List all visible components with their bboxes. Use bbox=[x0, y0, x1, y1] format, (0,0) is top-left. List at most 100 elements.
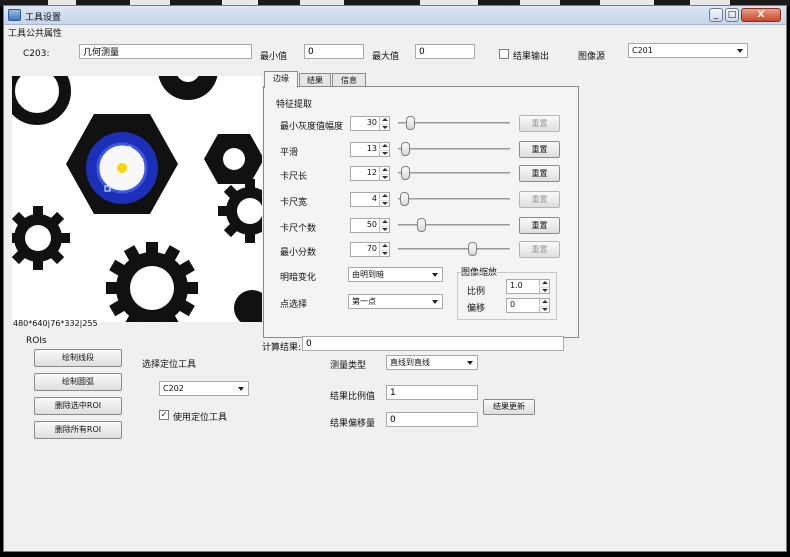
result-offset-input[interactable] bbox=[386, 412, 478, 427]
param-slider-track[interactable] bbox=[398, 248, 510, 250]
use-locator-checkbox[interactable]: ✓ bbox=[159, 410, 169, 420]
gear-left bbox=[12, 206, 70, 270]
param-value: 50 bbox=[366, 220, 377, 229]
param-spinner[interactable]: 12 bbox=[350, 166, 390, 181]
param-label: 卡尺宽 bbox=[280, 198, 308, 208]
minimize-button[interactable]: _ bbox=[709, 8, 723, 22]
spin-down-icon[interactable] bbox=[539, 287, 549, 293]
param-value: 12 bbox=[366, 168, 377, 177]
param-spinner[interactable]: 30 bbox=[350, 116, 390, 131]
image-source-select[interactable]: C201 bbox=[628, 43, 748, 58]
param-slider-thumb[interactable] bbox=[406, 116, 415, 130]
param-reset-button[interactable]: 重置 bbox=[519, 217, 560, 234]
param-spinner[interactable]: 4 bbox=[350, 192, 390, 207]
param-slider-thumb[interactable] bbox=[401, 142, 410, 156]
param-slider-track[interactable] bbox=[398, 172, 510, 174]
draw-arc-button[interactable]: 绘制圆弧 bbox=[34, 373, 122, 391]
spin-up-icon[interactable] bbox=[539, 299, 549, 305]
offset-label: 偏移 bbox=[467, 304, 486, 314]
spin-up-icon[interactable] bbox=[379, 219, 389, 225]
param-reset-button[interactable]: 重置 bbox=[519, 141, 560, 158]
close-button[interactable]: X bbox=[741, 8, 781, 22]
param-slider-thumb[interactable] bbox=[468, 242, 477, 256]
param-slider-track[interactable] bbox=[398, 198, 510, 200]
max-value-input[interactable] bbox=[415, 44, 475, 59]
result-update-button[interactable]: 结果更新 bbox=[483, 399, 535, 415]
calc-result-label: 计算结果: bbox=[262, 343, 302, 353]
point-select-label: 点选择 bbox=[280, 300, 308, 310]
offset-value: 0 bbox=[510, 300, 516, 309]
param-label: 卡尺长 bbox=[280, 172, 308, 182]
chevron-down-icon bbox=[238, 387, 244, 391]
ratio-value: 1.0 bbox=[510, 281, 523, 290]
center-marker bbox=[117, 163, 127, 173]
param-slider-track[interactable] bbox=[398, 224, 510, 226]
result-scale-label: 结果比例值 bbox=[330, 392, 376, 402]
param-label: 最小灰度值幅度 bbox=[280, 122, 344, 132]
window-title: 工具设置 bbox=[25, 13, 62, 23]
transition-label: 明暗变化 bbox=[280, 273, 317, 283]
spin-down-icon[interactable] bbox=[539, 306, 549, 312]
param-spinner[interactable]: 70 bbox=[350, 242, 390, 257]
ratio-spinner[interactable]: 1.0 bbox=[506, 279, 550, 294]
result-offset-label: 结果偏移量 bbox=[330, 419, 376, 429]
result-output-checkbox[interactable] bbox=[499, 49, 509, 59]
max-value-label: 最大值 bbox=[372, 52, 400, 62]
hex-nut-right-hole bbox=[223, 148, 245, 170]
spin-up-icon[interactable] bbox=[539, 280, 549, 286]
tab-edge[interactable]: 边缘 bbox=[264, 71, 298, 88]
param-value: 70 bbox=[366, 244, 377, 253]
param-value: 30 bbox=[366, 118, 377, 127]
param-slider-thumb[interactable] bbox=[417, 218, 426, 232]
locator-select[interactable]: C202 bbox=[159, 381, 249, 396]
offset-spinner[interactable]: 0 bbox=[506, 298, 550, 313]
tool-name-input[interactable] bbox=[79, 44, 252, 59]
param-slider-thumb[interactable] bbox=[401, 166, 410, 180]
point-select[interactable]: 第一点 bbox=[348, 294, 443, 309]
param-reset-button[interactable]: 重置 bbox=[519, 241, 560, 258]
transition-value: 由明到暗 bbox=[352, 270, 384, 279]
chevron-down-icon bbox=[432, 273, 438, 277]
calc-result-field[interactable] bbox=[302, 336, 564, 351]
measure-type-select[interactable]: 直线到直线 bbox=[386, 355, 478, 370]
result-output-label: 结果输出 bbox=[513, 52, 550, 62]
param-label: 最小分数 bbox=[280, 248, 317, 258]
spin-down-icon[interactable] bbox=[379, 200, 389, 206]
title-bar: 工具设置 _ □ X bbox=[4, 6, 786, 25]
transition-select[interactable]: 由明到暗 bbox=[348, 267, 443, 282]
min-value-input[interactable] bbox=[304, 44, 364, 59]
delete-all-roi-button[interactable]: 删除所有ROI bbox=[34, 421, 122, 439]
param-reset-button[interactable]: 重置 bbox=[519, 191, 560, 208]
image-display[interactable] bbox=[12, 76, 262, 322]
result-scale-input[interactable] bbox=[386, 385, 478, 400]
spin-up-icon[interactable] bbox=[379, 193, 389, 199]
check-icon: ✓ bbox=[160, 410, 168, 419]
tab-info[interactable]: 信息 bbox=[332, 73, 366, 87]
spin-up-icon[interactable] bbox=[379, 143, 389, 149]
inspection-image bbox=[12, 76, 262, 322]
spin-down-icon[interactable] bbox=[379, 226, 389, 232]
tab-result[interactable]: 结果 bbox=[299, 73, 331, 87]
param-value: 13 bbox=[366, 144, 377, 153]
image-info-readout: 480*640|76*332|255 bbox=[13, 319, 98, 328]
maximize-button[interactable]: □ bbox=[725, 8, 739, 22]
param-spinner[interactable]: 13 bbox=[350, 142, 390, 157]
param-reset-button[interactable]: 重置 bbox=[519, 165, 560, 182]
delete-selected-roi-button[interactable]: 删除选中ROI bbox=[34, 397, 122, 415]
draw-line-button[interactable]: 绘制线段 bbox=[34, 349, 122, 367]
spin-down-icon[interactable] bbox=[379, 150, 389, 156]
param-slider-thumb[interactable] bbox=[400, 192, 409, 206]
spin-down-icon[interactable] bbox=[379, 124, 389, 130]
spin-up-icon[interactable] bbox=[379, 243, 389, 249]
param-reset-button[interactable]: 重置 bbox=[519, 115, 560, 132]
spin-up-icon[interactable] bbox=[379, 117, 389, 123]
tool-settings-window: 工具设置 _ □ X 工具公共属性 C203: 最小值 最大值 结果输出 图像源… bbox=[3, 5, 787, 552]
param-slider-track[interactable] bbox=[398, 148, 510, 150]
partial-object bbox=[234, 290, 262, 322]
spin-down-icon[interactable] bbox=[379, 174, 389, 180]
gear-bottom bbox=[106, 242, 198, 322]
spin-up-icon[interactable] bbox=[379, 167, 389, 173]
param-spinner[interactable]: 50 bbox=[350, 218, 390, 233]
point-select-value: 第一点 bbox=[352, 297, 376, 306]
spin-down-icon[interactable] bbox=[379, 250, 389, 256]
